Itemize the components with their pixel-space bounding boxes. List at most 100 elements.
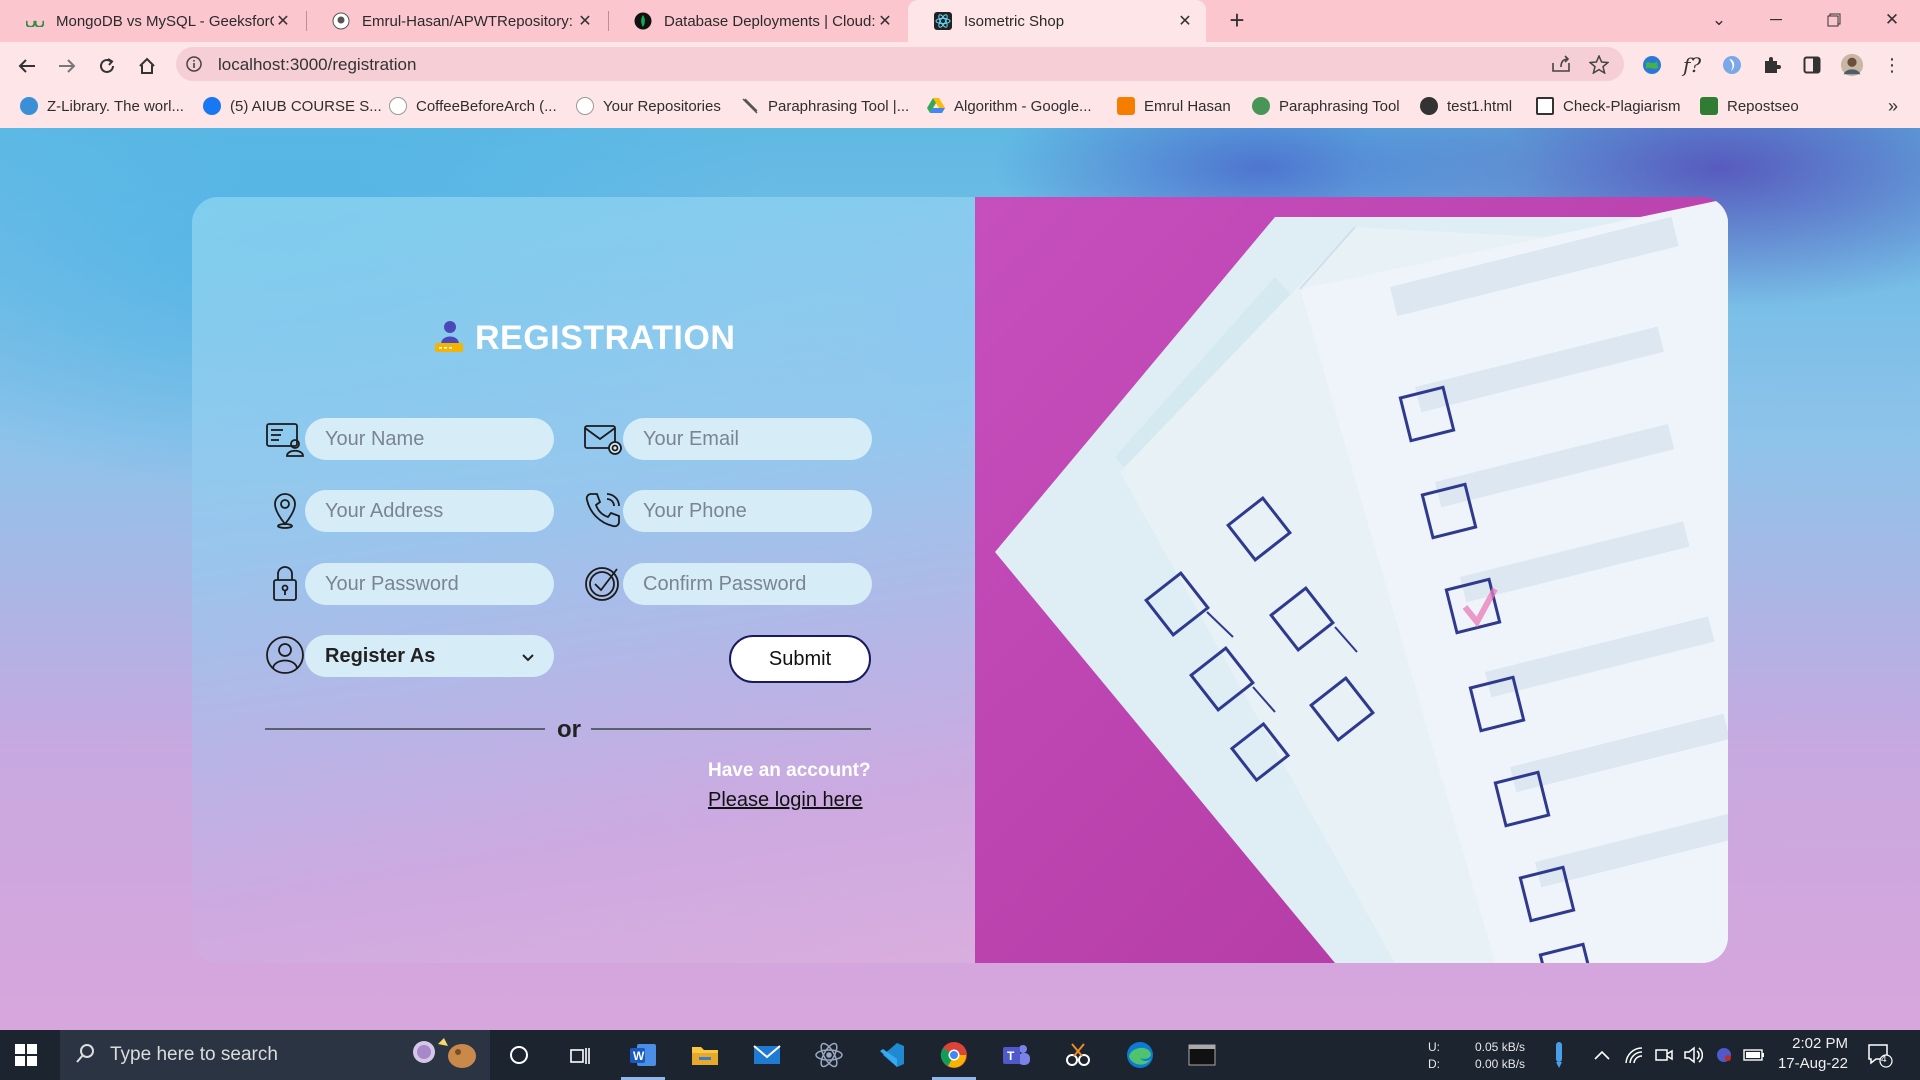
bookmark-emrul-hasan[interactable]: Emrul Hasan bbox=[1117, 97, 1231, 115]
windows-taskbar: Type here to search W T U: D: 0.05 kB/s … bbox=[0, 1030, 1920, 1080]
register-as-select[interactable]: Register As bbox=[305, 635, 554, 677]
facebook-icon bbox=[203, 97, 221, 115]
extension-globe-icon[interactable] bbox=[1640, 53, 1664, 77]
back-button[interactable] bbox=[11, 50, 43, 82]
menu-kebab-icon[interactable]: ⋮ bbox=[1880, 53, 1904, 77]
email-field[interactable] bbox=[623, 418, 872, 460]
battery-icon[interactable] bbox=[1738, 1039, 1770, 1071]
extensions-puzzle-icon[interactable] bbox=[1760, 53, 1784, 77]
bookmark-coffeebeforearch[interactable]: CoffeeBeforeArch (... bbox=[389, 97, 557, 115]
profile-avatar-icon[interactable] bbox=[1840, 53, 1864, 77]
more-bookmarks-chevron-icon[interactable]: » bbox=[1888, 96, 1898, 117]
close-window-button[interactable]: ✕ bbox=[1868, 0, 1916, 40]
user-circle-icon bbox=[265, 635, 305, 675]
document-icon bbox=[1536, 97, 1554, 115]
bookmark-label: Repostseo bbox=[1727, 97, 1799, 115]
close-icon[interactable]: ✕ bbox=[1176, 11, 1194, 31]
tab-search-chevron-icon[interactable]: ⌄ bbox=[1695, 0, 1743, 40]
globe-icon bbox=[1420, 97, 1438, 115]
bookmark-paraphrasing-tool-2[interactable]: Paraphrasing Tool bbox=[1252, 97, 1400, 115]
minimize-button[interactable] bbox=[1752, 0, 1800, 40]
taskbar-search-box[interactable]: Type here to search bbox=[60, 1030, 490, 1080]
close-icon[interactable]: ✕ bbox=[576, 11, 594, 31]
meet-now-icon[interactable] bbox=[1648, 1039, 1680, 1071]
bookmark-label: Z-Library. The worl... bbox=[47, 97, 184, 115]
search-placeholder: Type here to search bbox=[110, 1044, 278, 1065]
taskbar-clock[interactable]: 2:02 PM 17-Aug-22 bbox=[1770, 1034, 1848, 1074]
page-viewport: REGISTRATION Your Name Your Email Your A… bbox=[0, 128, 1920, 1030]
home-button[interactable] bbox=[131, 50, 163, 82]
bookmark-your-repositories[interactable]: Your Repositories bbox=[576, 97, 721, 115]
bookmark-check-plagiarism[interactable]: Check-Plagiarism bbox=[1536, 97, 1681, 115]
mongodb-leaf-icon bbox=[634, 12, 652, 30]
chrome-icon[interactable] bbox=[938, 1039, 970, 1071]
extension-edge-copilot-icon[interactable] bbox=[1720, 53, 1744, 77]
mail-icon[interactable] bbox=[751, 1039, 783, 1071]
login-link[interactable]: Please login here bbox=[708, 789, 863, 812]
terminal-icon[interactable] bbox=[1186, 1039, 1218, 1071]
tab-title: Isometric Shop bbox=[964, 12, 1065, 30]
close-icon[interactable]: ✕ bbox=[876, 11, 894, 31]
bookmark-aiub[interactable]: (5) AIUB COURSE S... bbox=[203, 97, 382, 115]
bookmark-zlibrary[interactable]: Z-Library. The worl... bbox=[20, 97, 184, 115]
confirm-password-field[interactable] bbox=[623, 563, 872, 605]
tab-strip: MongoDB vs MySQL - GeeksforG ✕ Emrul-Has… bbox=[0, 0, 1920, 42]
phone-field[interactable] bbox=[623, 490, 872, 532]
page-title: REGISTRATION bbox=[431, 316, 735, 361]
have-account-text: Have an account? bbox=[708, 760, 871, 781]
search-icon bbox=[76, 1043, 96, 1068]
tab-geeksforgeeks[interactable]: MongoDB vs MySQL - GeeksforG ✕ bbox=[0, 0, 304, 42]
address-field[interactable] bbox=[305, 490, 554, 532]
task-view-icon[interactable] bbox=[564, 1039, 596, 1071]
bookmark-star-icon[interactable] bbox=[1588, 54, 1610, 79]
bookmark-label: Emrul Hasan bbox=[1144, 97, 1231, 115]
bookmark-test1[interactable]: test1.html bbox=[1420, 97, 1512, 115]
bookmark-algorithm-drive[interactable]: Algorithm - Google... bbox=[927, 97, 1092, 115]
tab-isometric-shop[interactable]: Isometric Shop ✕ bbox=[908, 0, 1206, 42]
forward-button[interactable] bbox=[51, 50, 83, 82]
wifi-icon[interactable] bbox=[1618, 1039, 1650, 1071]
phone-icon bbox=[583, 490, 623, 530]
bookmark-label: Paraphrasing Tool bbox=[1279, 97, 1400, 115]
word-icon[interactable]: W bbox=[627, 1039, 659, 1071]
zlibrary-icon bbox=[20, 97, 38, 115]
restore-button[interactable] bbox=[1810, 0, 1858, 40]
net-download-speed: 0.00 kB/s bbox=[1475, 1057, 1526, 1071]
close-icon[interactable]: ✕ bbox=[274, 11, 292, 31]
edge-icon[interactable] bbox=[1124, 1039, 1156, 1071]
tab-mongodb-cloud[interactable]: Database Deployments | Cloud: M ✕ bbox=[608, 0, 906, 42]
cortana-icon[interactable] bbox=[503, 1039, 535, 1071]
clock-time: 2:02 PM bbox=[1792, 1035, 1848, 1052]
share-icon[interactable] bbox=[1551, 55, 1571, 78]
notification-count: 4 bbox=[1881, 1054, 1887, 1065]
bookmark-paraphrasing-tool-1[interactable]: Paraphrasing Tool |... bbox=[741, 97, 909, 115]
address-bar[interactable]: localhost:3000/registration bbox=[176, 47, 1624, 81]
windows-start-icon[interactable] bbox=[14, 1043, 38, 1067]
bookmark-repostseo[interactable]: Repostseo bbox=[1700, 97, 1799, 115]
side-panel-icon[interactable] bbox=[1800, 53, 1824, 77]
name-field[interactable] bbox=[305, 418, 554, 460]
url-text[interactable]: localhost:3000/registration bbox=[218, 55, 416, 75]
reload-button[interactable] bbox=[91, 50, 123, 82]
blogger-icon bbox=[1117, 97, 1135, 115]
notification-center-icon[interactable]: 4 bbox=[1864, 1039, 1896, 1071]
volume-icon[interactable] bbox=[1677, 1039, 1709, 1071]
submit-button[interactable]: Submit bbox=[729, 635, 871, 683]
file-explorer-icon[interactable] bbox=[689, 1039, 721, 1071]
tab-github-repo[interactable]: Emrul-Hasan/APWTRepository: A ✕ bbox=[306, 0, 606, 42]
registration-title: REGISTRATION bbox=[475, 319, 736, 357]
quill-icon bbox=[741, 97, 759, 115]
extension-formula-icon[interactable]: f? bbox=[1680, 53, 1704, 77]
registration-card: REGISTRATION Your Name Your Email Your A… bbox=[192, 197, 1728, 963]
teams-tray-icon[interactable] bbox=[1708, 1039, 1740, 1071]
atom-icon[interactable] bbox=[813, 1039, 845, 1071]
teams-icon[interactable]: T bbox=[1000, 1039, 1032, 1071]
password-field[interactable] bbox=[305, 563, 554, 605]
email-at-icon bbox=[583, 418, 623, 458]
pen-icon[interactable] bbox=[1543, 1039, 1575, 1071]
snipping-tool-icon[interactable] bbox=[1062, 1039, 1094, 1071]
chevron-up-icon[interactable] bbox=[1586, 1039, 1618, 1071]
vscode-icon[interactable] bbox=[875, 1039, 907, 1071]
new-tab-button[interactable]: + bbox=[1222, 6, 1252, 36]
info-icon[interactable] bbox=[186, 56, 202, 77]
